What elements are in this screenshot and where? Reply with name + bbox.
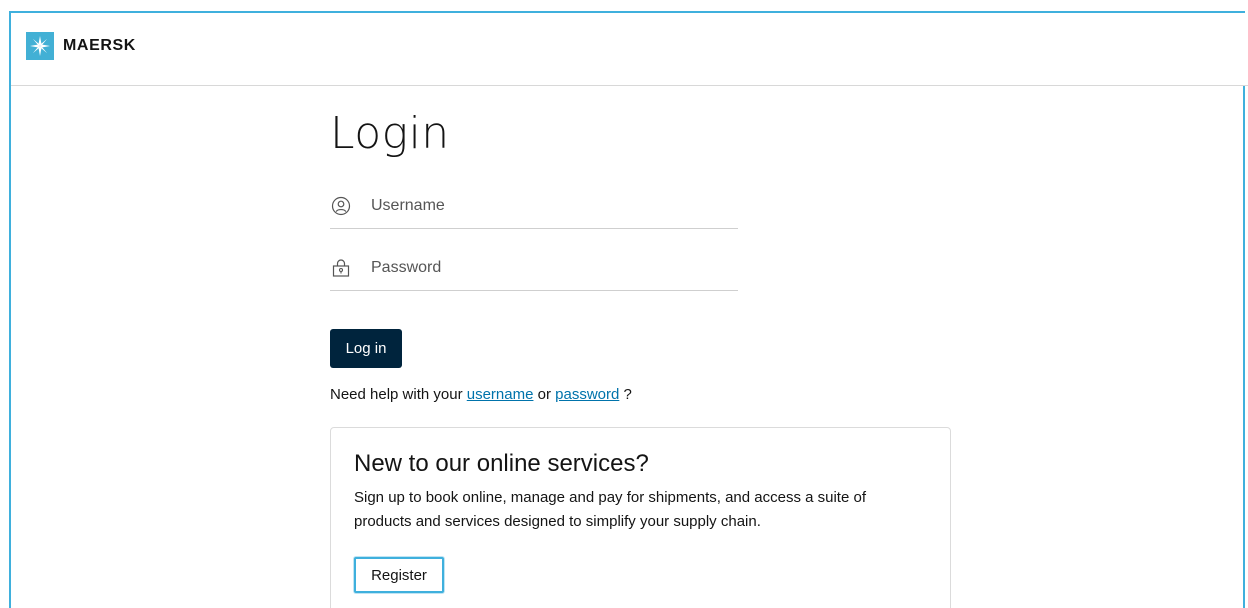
help-prefix: Need help with your: [330, 386, 463, 403]
brand-name: MAERSK: [63, 37, 136, 54]
login-button[interactable]: Log in: [330, 329, 402, 368]
password-input[interactable]: [369, 258, 733, 278]
help-suffix: ?: [623, 386, 632, 403]
help-text: Need help with your username or password…: [330, 386, 632, 403]
help-or: or: [537, 386, 551, 403]
username-field: [330, 184, 738, 229]
login-page: MAERSK Login Log in Need help with your: [0, 0, 1248, 608]
register-button[interactable]: Register: [354, 557, 444, 593]
user-icon: [331, 196, 351, 216]
password-field: [330, 246, 738, 291]
register-card: New to our online services? Sign up to b…: [330, 427, 951, 608]
password-help-link[interactable]: password: [555, 386, 619, 403]
page-title: Login: [330, 108, 450, 159]
register-card-title: New to our online services?: [354, 450, 649, 477]
username-input[interactable]: [369, 196, 733, 216]
brand-logo[interactable]: MAERSK: [26, 32, 136, 60]
site-header: MAERSK: [11, 13, 1248, 86]
lock-icon: [331, 258, 351, 278]
maersk-star-icon: [26, 32, 54, 60]
register-card-body: Sign up to book online, manage and pay f…: [354, 489, 866, 530]
username-help-link[interactable]: username: [467, 386, 534, 403]
